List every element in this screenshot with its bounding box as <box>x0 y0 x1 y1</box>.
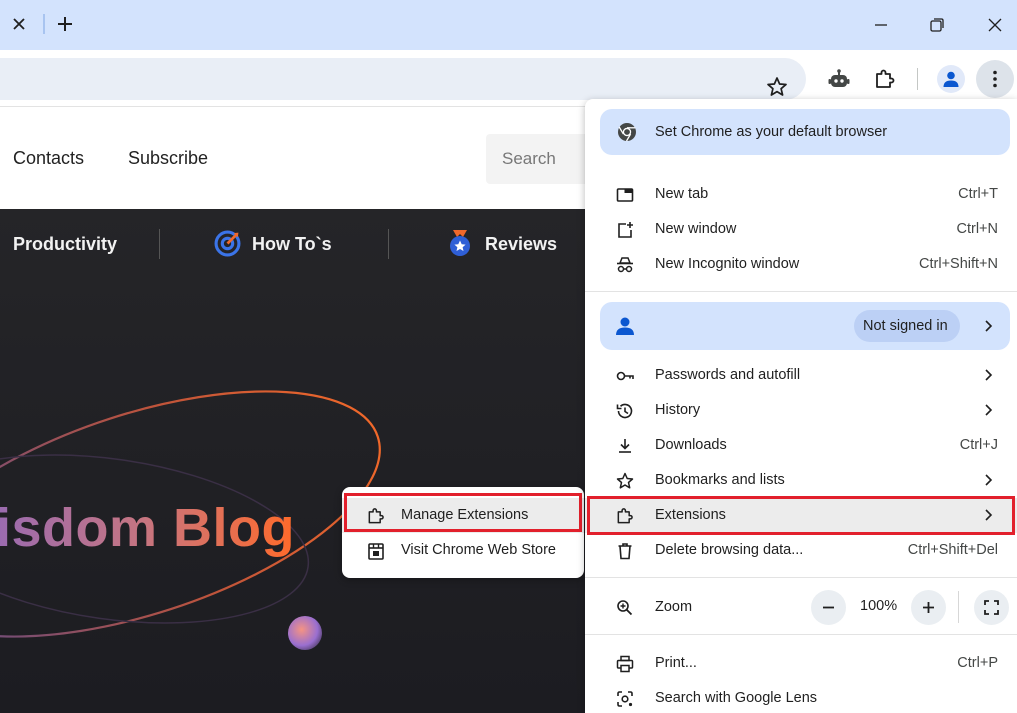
zoom-separator <box>958 591 959 623</box>
menu-item-label: Delete browsing data... <box>655 542 804 558</box>
promo-label: Set Chrome as your default browser <box>655 124 888 140</box>
history-icon <box>616 403 633 419</box>
plus-icon <box>923 602 934 613</box>
sign-in-status-pill[interactable]: Not signed in <box>854 310 960 342</box>
download-icon <box>619 439 631 453</box>
profile-icon <box>943 71 959 87</box>
sign-in-status: Not signed in <box>863 318 948 334</box>
profile-row[interactable]: Not signed in <box>600 302 1010 350</box>
menu-item-label: Bookmarks and lists <box>655 472 785 488</box>
chrome-logo-icon <box>618 123 636 142</box>
title-bar <box>0 0 1017 50</box>
category-reviews[interactable]: Reviews <box>485 234 557 255</box>
extensions-highlight <box>587 496 1015 535</box>
star-icon[interactable] <box>765 75 789 99</box>
menu-item-label: History <box>655 402 701 418</box>
default-browser-promo[interactable]: Set Chrome as your default browser <box>600 109 1010 155</box>
zoom-label: Zoom <box>655 599 693 615</box>
incognito-icon <box>617 257 633 273</box>
menu-item-shortcut: Ctrl+N <box>956 221 999 237</box>
more-vert-icon <box>993 70 997 88</box>
chevron-right-icon <box>985 320 993 332</box>
menu-item-label: Print... <box>655 655 697 671</box>
menu-item-label: Passwords and autofill <box>655 367 801 383</box>
fullscreen-icon <box>984 600 999 615</box>
menu-divider <box>585 577 1017 578</box>
visit-web-store-item[interactable]: Visit Chrome Web Store <box>342 533 584 568</box>
menu-item-shortcut: Ctrl+Shift+Del <box>907 542 998 558</box>
new-window-icon <box>618 222 633 238</box>
address-bar[interactable] <box>0 58 806 100</box>
chevron-right-icon <box>985 474 993 486</box>
target-icon <box>214 230 241 257</box>
menu-item-passwords[interactable]: Passwords and autofill <box>585 358 1017 393</box>
menu-item-zoom: Zoom <box>585 590 1017 625</box>
trash-icon <box>618 543 632 560</box>
profile-icon <box>616 317 634 335</box>
manage-extensions-highlight <box>344 493 582 532</box>
zoom-out-button[interactable] <box>811 590 846 625</box>
category-productivity[interactable]: Productivity <box>13 234 117 255</box>
category-separator <box>388 229 389 259</box>
chevron-right-icon <box>985 404 993 416</box>
menu-item-bookmarks[interactable]: Bookmarks and lists <box>585 463 1017 498</box>
minus-icon <box>823 606 834 609</box>
profile-button[interactable] <box>937 65 965 93</box>
web-store-icon <box>368 543 384 560</box>
menu-item-google-lens[interactable]: Search with Google Lens <box>585 681 1017 713</box>
menu-item-label: Downloads <box>655 437 727 453</box>
menu-item-history[interactable]: History <box>585 393 1017 428</box>
zoom-in-button[interactable] <box>911 590 946 625</box>
nav-link-subscribe[interactable]: Subscribe <box>128 148 208 169</box>
robot-icon[interactable] <box>827 67 851 91</box>
search-placeholder: Search <box>502 149 556 168</box>
menu-item-shortcut: Ctrl+T <box>958 186 998 202</box>
menu-item-delete-browsing-data[interactable]: Delete browsing data... Ctrl+Shift+Del <box>585 533 1017 568</box>
menu-divider <box>585 634 1017 635</box>
new-tab-icon <box>616 188 634 202</box>
toolbar-separator <box>917 68 918 90</box>
restore-icon[interactable] <box>926 14 948 36</box>
fullscreen-button[interactable] <box>974 590 1009 625</box>
minimize-icon[interactable] <box>870 14 892 36</box>
category-separator <box>159 229 160 259</box>
chrome-menu: Set Chrome as your default browser New t… <box>585 99 1017 713</box>
menu-item-downloads[interactable]: Downloads Ctrl+J <box>585 428 1017 463</box>
medal-icon <box>450 230 470 256</box>
menu-item-label: New tab <box>655 186 709 202</box>
close-icon[interactable] <box>8 13 30 35</box>
menu-item-new-tab[interactable]: New tab Ctrl+T <box>585 177 1017 212</box>
zoom-icon <box>617 600 633 616</box>
chevron-right-icon <box>985 369 993 381</box>
key-icon <box>616 371 634 381</box>
nav-link-contacts[interactable]: Contacts <box>13 148 84 169</box>
glow-orb <box>288 616 322 650</box>
visit-web-store-label: Visit Chrome Web Store <box>401 542 556 558</box>
hero-title: isdom Blog <box>0 497 295 559</box>
plus-icon[interactable] <box>54 13 76 35</box>
puzzle-icon[interactable] <box>873 67 897 91</box>
close-icon[interactable] <box>984 14 1006 36</box>
menu-item-shortcut: Ctrl+Shift+N <box>919 256 998 272</box>
chrome-menu-button[interactable] <box>976 60 1014 98</box>
menu-item-shortcut: Ctrl+J <box>959 437 998 453</box>
lens-icon <box>617 691 633 707</box>
zoom-level: 100% <box>860 598 898 614</box>
menu-item-new-window[interactable]: New window Ctrl+N <box>585 212 1017 247</box>
menu-item-label: Search with Google Lens <box>655 690 818 706</box>
menu-item-label: New window <box>655 221 737 237</box>
menu-item-print[interactable]: Print... Ctrl+P <box>585 646 1017 681</box>
menu-item-label: New Incognito window <box>655 256 800 272</box>
chrome-window: Contacts Subscribe Search Productivity H… <box>0 0 1017 713</box>
menu-item-incognito[interactable]: New Incognito window Ctrl+Shift+N <box>585 247 1017 282</box>
star-icon <box>616 472 634 489</box>
printer-icon <box>616 655 634 673</box>
category-how-tos[interactable]: How To`s <box>252 234 332 255</box>
menu-item-shortcut: Ctrl+P <box>957 655 998 671</box>
tab-separator <box>43 14 45 34</box>
menu-divider <box>585 291 1017 292</box>
